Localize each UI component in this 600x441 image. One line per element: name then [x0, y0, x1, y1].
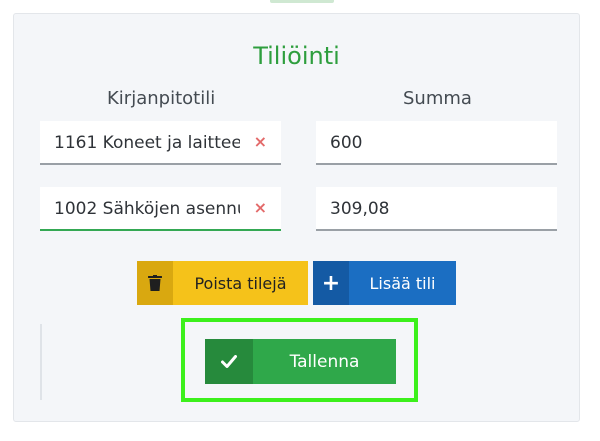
- posting-card: Tiliöinti Kirjanpitotili Summa 1161 Kone…: [13, 13, 580, 422]
- plus-icon: +: [313, 261, 349, 305]
- clear-account-icon[interactable]: ×: [254, 121, 267, 163]
- card-title: Tiliöinti: [253, 42, 340, 70]
- left-divider: [40, 324, 42, 400]
- save-label: Tallenna: [289, 351, 360, 372]
- amount-value: 309,08: [330, 199, 390, 219]
- trash-icon: [137, 261, 173, 305]
- save-button[interactable]: Tallenna: [205, 339, 396, 384]
- amount-value: 600: [330, 133, 363, 153]
- top-tab-indicator: [270, 0, 334, 3]
- check-icon: [205, 339, 253, 384]
- remove-accounts-label: Poista tilejä: [194, 273, 287, 293]
- amount-column-header: Summa: [403, 88, 472, 109]
- amount-field-2[interactable]: 309,08: [316, 187, 557, 231]
- amount-field-1[interactable]: 600: [316, 121, 557, 165]
- add-account-button[interactable]: + Lisää tili: [313, 261, 456, 305]
- account-value: 1161 Koneet ja laitteet: [54, 133, 240, 153]
- account-field-2[interactable]: 1002 Sähköjen asennus ×: [40, 187, 281, 231]
- remove-accounts-button[interactable]: Poista tilejä: [137, 261, 308, 305]
- clear-account-icon[interactable]: ×: [254, 187, 267, 229]
- account-column-header: Kirjanpitotili: [107, 88, 216, 109]
- account-value: 1002 Sähköjen asennus: [54, 199, 240, 219]
- account-field-1[interactable]: 1161 Koneet ja laitteet ×: [40, 121, 281, 165]
- add-account-label: Lisää tili: [369, 273, 436, 293]
